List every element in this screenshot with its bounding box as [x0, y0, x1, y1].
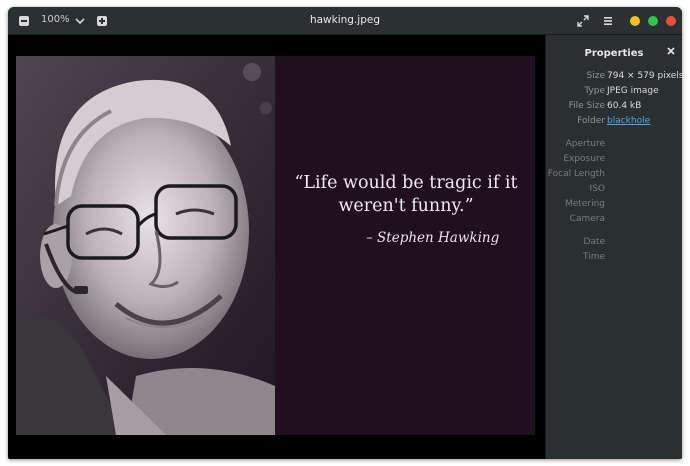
displayed-image: “Life would be tragic if it weren't funn… [16, 56, 535, 435]
property-row-type: Type JPEG image [546, 86, 682, 100]
image-canvas[interactable]: “Life would be tragic if it weren't funn… [8, 35, 545, 459]
header-bar: 100% hawking.jpeg [8, 7, 682, 35]
window-title: hawking.jpeg [309, 14, 381, 26]
zoom-level-label[interactable]: 100% [41, 14, 70, 25]
folder-link[interactable]: blackhole [607, 116, 650, 126]
maximize-button[interactable] [648, 16, 658, 26]
properties-title: Properties [584, 48, 644, 59]
minimize-button[interactable] [630, 16, 640, 26]
property-label: Exposure [563, 154, 605, 164]
property-label: Camera [569, 214, 605, 224]
close-window-button[interactable] [666, 16, 676, 26]
quote-line-1: “Life would be tragic if it [294, 173, 518, 193]
property-row-exposure: Exposure [546, 154, 682, 168]
property-label: File Size [568, 101, 605, 111]
property-label: Type [584, 86, 605, 96]
zoom-dropdown-button[interactable] [72, 13, 88, 29]
property-value: 60.4 kB [607, 101, 642, 111]
property-row-focal-length: Focal Length [546, 169, 682, 183]
property-label: Date [583, 237, 605, 247]
zoom-in-button[interactable] [94, 13, 110, 29]
property-row-aperture: Aperture [546, 139, 682, 153]
property-label: Metering [565, 199, 605, 209]
close-icon [667, 47, 675, 55]
properties-panel: Properties Size 794 × 579 pixels Type JP… [545, 35, 682, 459]
property-label: Focal Length [547, 169, 605, 179]
property-label: Time [582, 252, 605, 262]
property-value: 794 × 579 pixels [607, 71, 682, 81]
quote-line-2: weren't funny.” [338, 196, 474, 216]
quote-text: “Life would be tragic if it weren't funn… [277, 172, 535, 218]
property-row-file-size: File Size 60.4 kB [546, 101, 682, 115]
property-row-date: Date [546, 237, 682, 251]
property-label: Size [586, 71, 605, 81]
fullscreen-button[interactable] [575, 13, 591, 29]
image-viewer-window: 100% hawking.jpeg “Life would be tragic … [8, 7, 682, 459]
zoom-out-button[interactable] [16, 13, 32, 29]
portrait-photo [16, 56, 275, 435]
hamburger-menu-icon [604, 17, 612, 25]
property-label: Aperture [565, 139, 605, 149]
fullscreen-icon [577, 15, 589, 27]
property-row-metering: Metering [546, 199, 682, 213]
property-row-camera: Camera [546, 214, 682, 228]
close-properties-button[interactable] [664, 44, 678, 58]
menu-button[interactable] [600, 13, 616, 29]
property-label: ISO [589, 184, 605, 194]
property-value: JPEG image [607, 86, 659, 96]
property-label: Folder [577, 116, 605, 126]
chevron-down-icon [75, 18, 85, 25]
quote-attribution: – Stephen Hawking [366, 230, 500, 246]
property-row-folder: Folder blackhole [546, 116, 682, 130]
property-row-size: Size 794 × 579 pixels [546, 71, 682, 85]
property-row-iso: ISO [546, 184, 682, 198]
property-row-time: Time [546, 252, 682, 266]
